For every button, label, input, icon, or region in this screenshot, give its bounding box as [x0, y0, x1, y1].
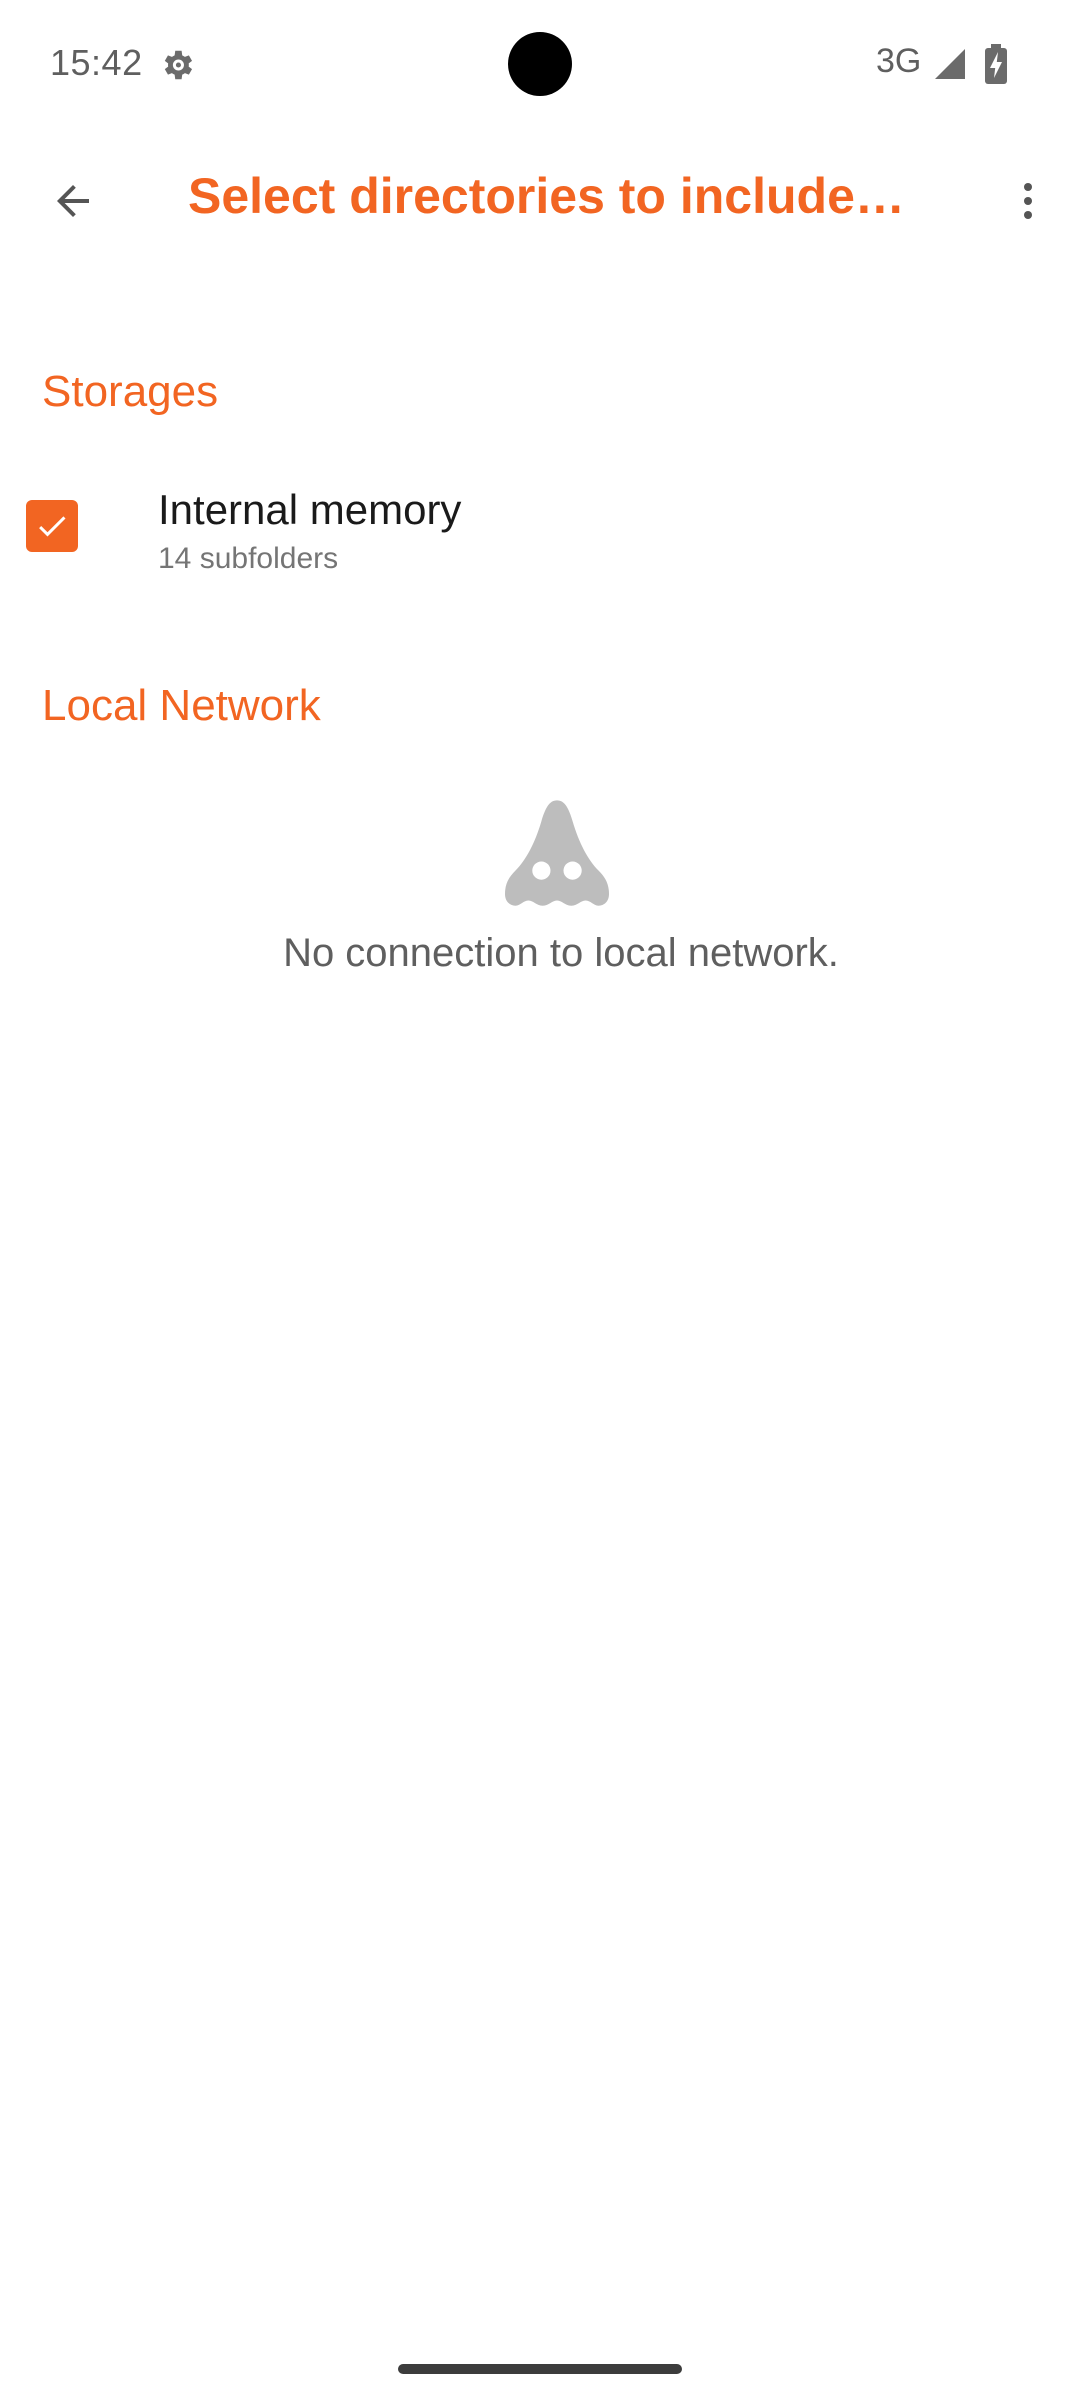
network-type: 3G [876, 42, 922, 80]
gear-icon [164, 50, 193, 80]
back-button[interactable] [0, 128, 146, 274]
status-time: 15:42 [50, 42, 143, 83]
local-network-empty-state: No connection to local network. [84, 780, 1038, 1120]
storage-item-internal-memory[interactable]: Internal memory 14 subfolders [0, 464, 1080, 590]
check-icon [39, 516, 66, 537]
storage-subtitle: 14 subfolders [158, 542, 339, 575]
overflow-menu-button[interactable] [976, 138, 1080, 264]
ghost-icon [505, 800, 609, 906]
arrow-back-icon [57, 185, 89, 217]
empty-state-message: No connection to local network. [283, 931, 839, 975]
storage-name: Internal memory [158, 486, 462, 533]
include-checkbox[interactable] [26, 500, 78, 552]
signal-icon [935, 49, 965, 79]
local-network-header: Local Network [42, 681, 321, 730]
status-bar: 15:42 3G [0, 0, 1080, 128]
toolbar: Select directories to include… [0, 128, 1080, 274]
gesture-navigation-bar[interactable] [398, 2364, 682, 2374]
storages-header: Storages [42, 367, 219, 416]
battery-charging-icon [985, 44, 1007, 84]
page-title: Select directories to include… [188, 168, 905, 224]
camera-cutout [508, 32, 572, 96]
more-vert-icon [1024, 183, 1032, 219]
